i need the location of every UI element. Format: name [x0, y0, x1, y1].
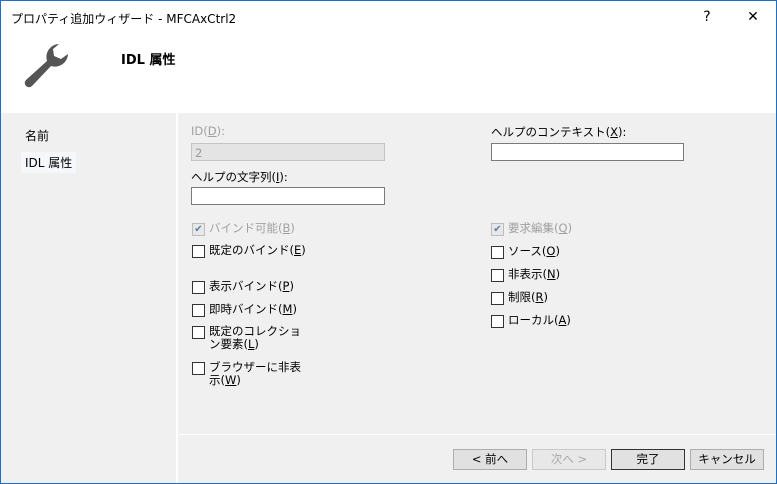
sidebar-item-idl-attributes[interactable]: IDL 属性: [21, 152, 77, 173]
help-string-label: ヘルプの文字列(I):: [191, 170, 288, 184]
window-title: プロパティ追加ウィザード - MFCAxCtrl2: [11, 12, 237, 26]
page-title: IDL 属性: [121, 53, 176, 68]
finish-button[interactable]: 完了: [611, 449, 685, 470]
close-button[interactable]: ✕: [738, 5, 768, 29]
default-collection-elem-checkbox[interactable]: 既定のコレクション要素(L): [192, 325, 309, 351]
next-button[interactable]: 次へ >: [532, 449, 606, 470]
checkmark-icon: ✔: [192, 223, 205, 236]
wizard-window: プロパティ追加ウィザード - MFCAxCtrl2 ? ✕ IDL 属性 名前 …: [0, 0, 777, 484]
help-button[interactable]: ?: [692, 5, 722, 29]
title-bar: プロパティ追加ウィザード - MFCAxCtrl2 ? ✕: [1, 1, 776, 34]
restricted-checkbox[interactable]: 制限(R): [491, 291, 608, 305]
hidden-checkbox[interactable]: 非表示(N): [491, 268, 608, 282]
help-context-input[interactable]: [491, 143, 684, 161]
immediate-bind-checkbox[interactable]: 即時バインド(M): [192, 303, 309, 317]
prev-button[interactable]: < 前へ: [453, 449, 527, 470]
sidebar: 名前 IDL 属性: [1, 113, 178, 483]
nonbrowsable-checkbox[interactable]: ブラウザーに非表示(W): [192, 361, 309, 387]
id-label: ID(D):: [191, 124, 225, 138]
footer-divider: [179, 434, 776, 435]
request-edit-checkbox[interactable]: ✔ 要求編集(Q): [491, 222, 608, 236]
id-input[interactable]: 2: [191, 143, 385, 161]
help-context-label: ヘルプのコンテキスト(X):: [491, 125, 627, 139]
checkmark-icon: ✔: [491, 223, 504, 236]
cancel-button[interactable]: キャンセル: [690, 449, 764, 470]
bindable-checkbox[interactable]: ✔ バインド可能(B): [192, 222, 309, 236]
source-checkbox[interactable]: ソース(O): [491, 245, 608, 259]
default-bind-checkbox[interactable]: 既定のバインド(E): [192, 244, 309, 258]
display-bind-checkbox[interactable]: 表示バインド(P): [192, 280, 309, 294]
wizard-header: IDL 属性: [1, 34, 776, 113]
help-string-input[interactable]: [191, 187, 385, 205]
sidebar-item-name[interactable]: 名前: [21, 125, 53, 146]
local-checkbox[interactable]: ローカル(A): [491, 314, 608, 328]
wrench-icon: [21, 40, 73, 93]
